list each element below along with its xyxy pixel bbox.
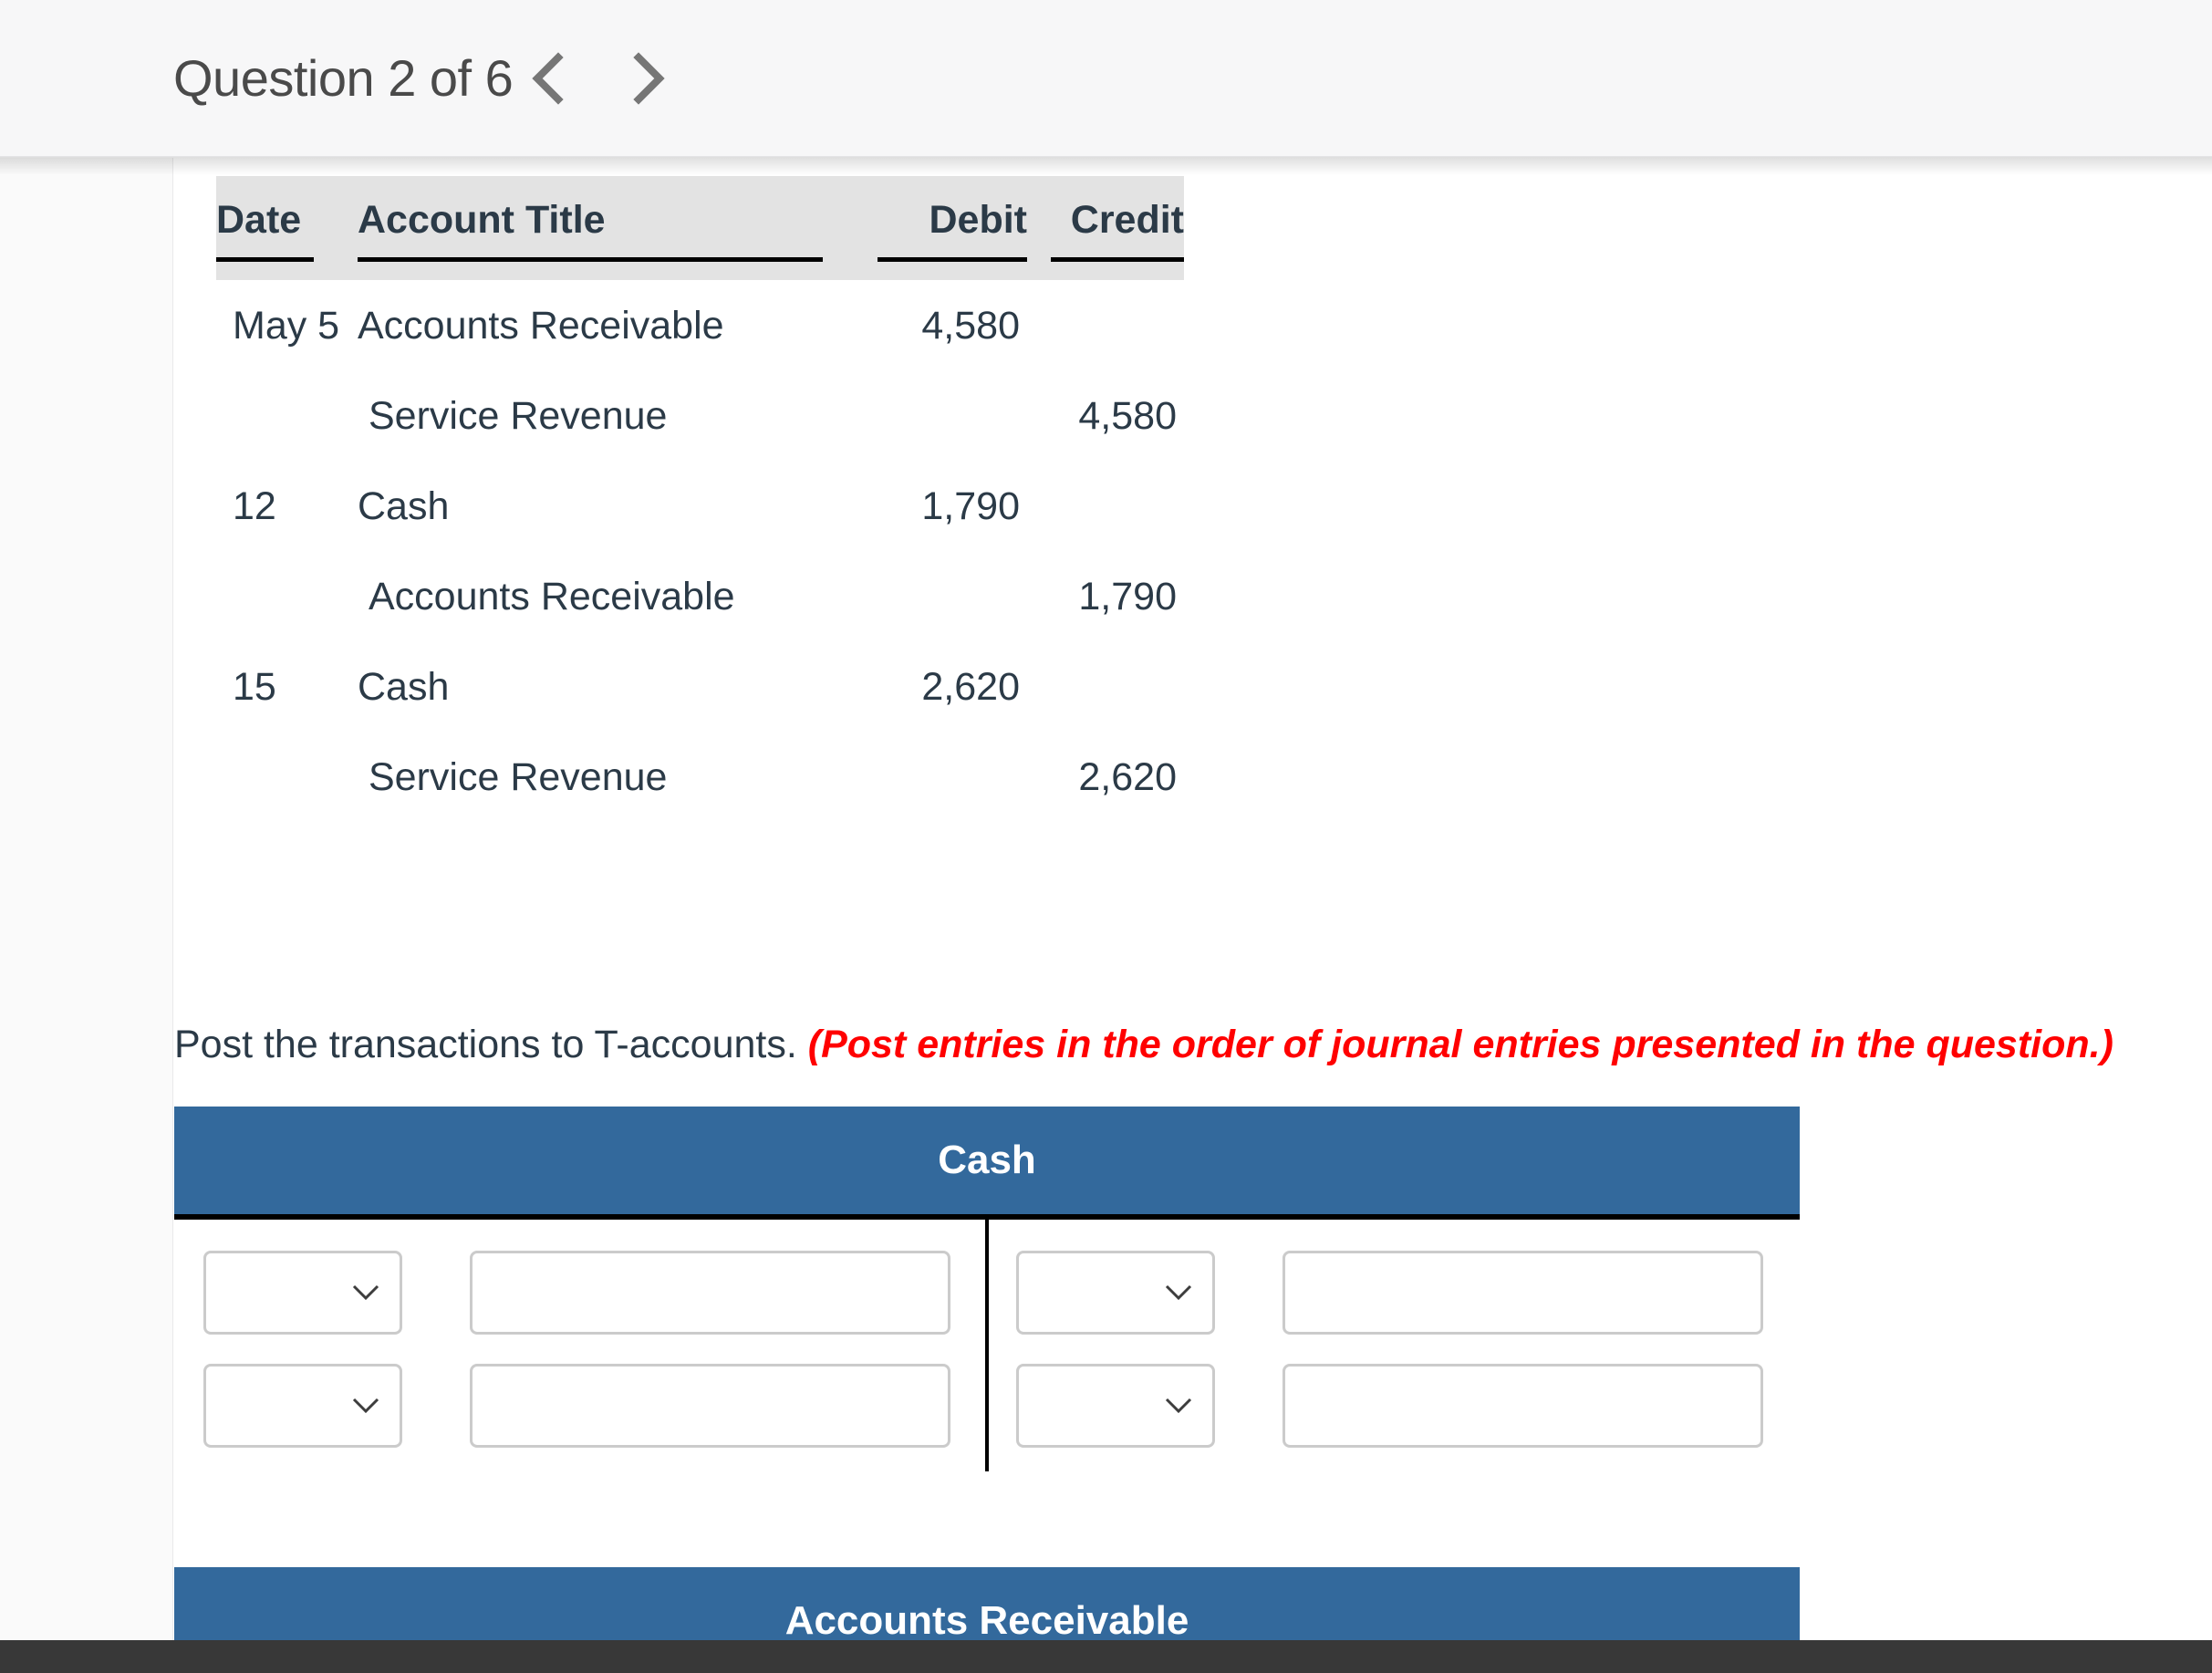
- journal-cell-debit: [870, 551, 1027, 641]
- question-content: Date Account Title Debit Credit May 5 Acc…: [174, 158, 2212, 1673]
- journal-cell-debit: 2,620: [921, 665, 1020, 709]
- table-row: Service Revenue 2,620: [216, 732, 1184, 822]
- t-account-center-divider: [985, 1220, 989, 1471]
- t-account-debit-side: [174, 1364, 987, 1448]
- debit-entry-select-2[interactable]: [203, 1364, 402, 1448]
- journal-cell-account: Cash: [358, 484, 450, 528]
- column-header-date: Date: [216, 176, 358, 280]
- journal-cell-account: Accounts Receivable: [358, 304, 724, 348]
- t-account-credit-side: [987, 1251, 1800, 1335]
- table-row: Service Revenue 4,580: [216, 370, 1184, 461]
- instruction-emphasis: (Post entries in the order of journal en…: [807, 1023, 2113, 1066]
- question-page: Question 2 of 6 Date Account Title Debit…: [0, 0, 2212, 1673]
- journal-cell-credit: [1027, 280, 1184, 370]
- t-account-credit-side: [987, 1364, 1800, 1448]
- page-title: Question 2 of 6: [173, 49, 514, 107]
- debit-amount-input-2[interactable]: [470, 1364, 950, 1448]
- journal-cell-account: Accounts Receivable: [369, 575, 735, 618]
- column-header-account: Account Title: [358, 176, 870, 280]
- journal-cell-date: May 5: [233, 304, 340, 348]
- chevron-down-icon: [1165, 1284, 1192, 1301]
- journal-cell-account: Service Revenue: [369, 394, 668, 438]
- journal-cell-date: 15: [233, 665, 276, 709]
- table-row: 15 Cash 2,620: [216, 641, 1184, 732]
- journal-cell-debit: [870, 732, 1027, 822]
- question-header-inner: Question 2 of 6: [173, 43, 684, 114]
- column-header-credit: Credit: [1027, 176, 1184, 280]
- debit-amount-input-1[interactable]: [470, 1251, 950, 1335]
- column-header-debit: Debit: [870, 176, 1027, 280]
- journal-cell-debit: [870, 370, 1027, 461]
- journal-cell-credit: 1,790: [1078, 575, 1177, 618]
- instruction-plain: Post the transactions to T-accounts.: [174, 1023, 808, 1066]
- credit-amount-input-1[interactable]: [1283, 1251, 1763, 1335]
- chevron-right-icon: [628, 50, 669, 107]
- chevron-down-icon: [352, 1398, 379, 1414]
- credit-entry-select-2[interactable]: [1016, 1364, 1215, 1448]
- journal-table-head: Date Account Title Debit Credit: [216, 176, 1184, 280]
- table-row: 12 Cash 1,790: [216, 461, 1184, 551]
- previous-question-button[interactable]: [513, 43, 584, 114]
- credit-entry-select-1[interactable]: [1016, 1251, 1215, 1335]
- journal-cell-credit: 4,580: [1078, 394, 1177, 438]
- journal-cell-credit: [1027, 641, 1184, 732]
- journal-cell-credit: 2,620: [1078, 755, 1177, 799]
- left-gutter: [0, 158, 173, 1640]
- journal-table-body: May 5 Accounts Receivable 4,580 Service Rev…: [216, 280, 1184, 822]
- table-row: Accounts Receivable 1,790: [216, 551, 1184, 641]
- journal-cell-account: Service Revenue: [369, 755, 668, 799]
- t-account-cash-title: Cash: [174, 1107, 1800, 1220]
- journal-cell-date: 12: [233, 484, 276, 528]
- t-account-cash: Cash: [174, 1107, 1800, 1471]
- t-account-debit-side: [174, 1251, 987, 1335]
- journal-cell-debit: 4,580: [921, 304, 1020, 348]
- journal-cell-credit: [1027, 461, 1184, 551]
- t-account-cash-body: [174, 1220, 1800, 1471]
- chevron-left-icon: [528, 50, 568, 107]
- journal-cell-debit: 1,790: [921, 484, 1020, 528]
- journal-entry-table: Date Account Title Debit Credit May 5 Acc…: [216, 176, 1184, 822]
- chevron-down-icon: [1165, 1398, 1192, 1414]
- table-row: May 5 Accounts Receivable 4,580: [216, 280, 1184, 370]
- credit-amount-input-2[interactable]: [1283, 1364, 1763, 1448]
- journal-cell-account: Cash: [358, 665, 450, 709]
- question-header-bar: Question 2 of 6: [0, 0, 2212, 157]
- journal-header-row: Date Account Title Debit Credit: [216, 176, 1184, 280]
- debit-entry-select-1[interactable]: [203, 1251, 402, 1335]
- journal-cell-date: [216, 370, 358, 461]
- journal-cell-date: [216, 732, 358, 822]
- journal-cell-date: [216, 551, 358, 641]
- instruction-text: Post the transactions to T-accounts. (Po…: [174, 1023, 2113, 1067]
- bottom-strip: [0, 1640, 2212, 1673]
- next-question-button[interactable]: [613, 43, 684, 114]
- chevron-down-icon: [352, 1284, 379, 1301]
